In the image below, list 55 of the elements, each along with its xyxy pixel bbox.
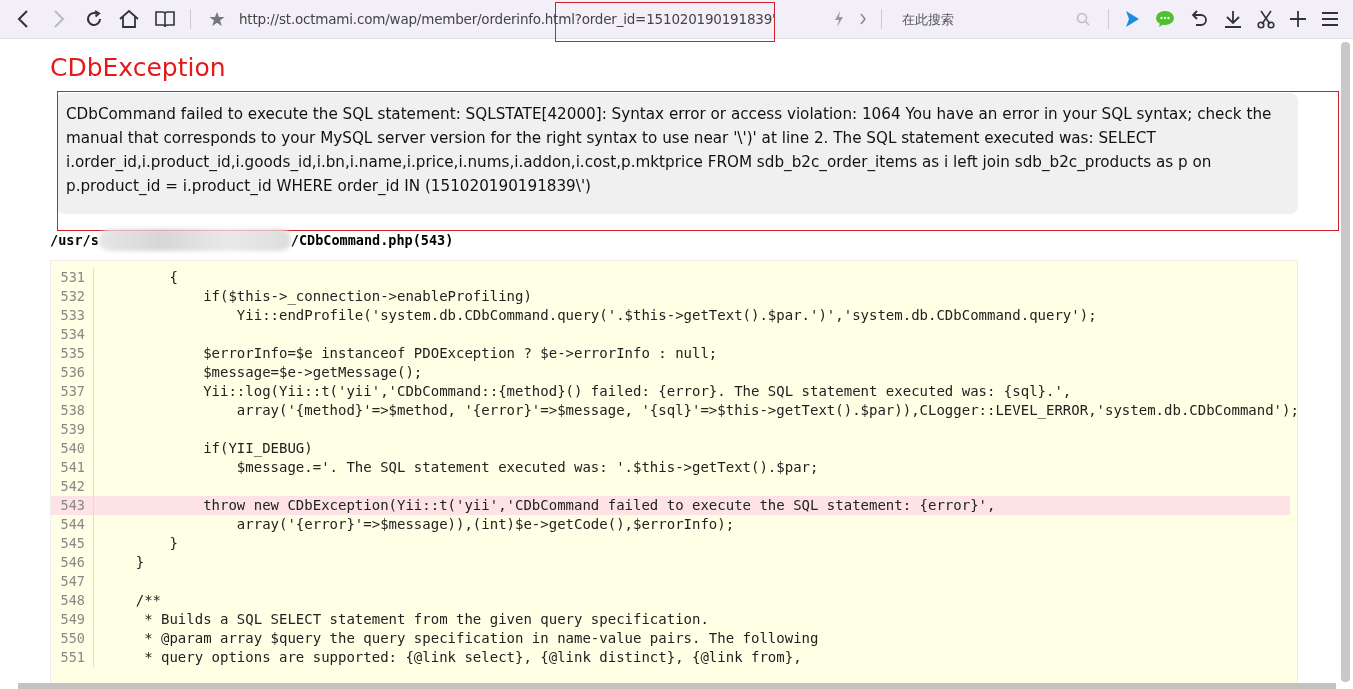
code-line: /**	[134, 592, 161, 608]
code-line: $errorInfo=$e instanceof PDOException ? $e->errorInfo : null;	[202, 345, 718, 361]
home-icon[interactable]	[118, 9, 140, 29]
plus-icon[interactable]	[1289, 10, 1307, 28]
line-number: 532	[51, 287, 94, 306]
error-message: CDbCommand failed to execute the SQL statement: SQLSTATE[42000]: Syntax error or access violation: 1064 You have an error in your SQL syntax; check the manual that corresponds to your MySQL server version for the right syntax to use near '\')' at line 2. The SQL statement executed was: SELECT i.order_id,i.product_id,i.goods_id,i.bn,i.name,i.price,i.nums,i.addon,i.cost,p.mktprice FROM sdb_b2c_order_items as i left join sdb_b2c_products as p on p.product_id = i.product_id WHERE order_id IN (151020190191839\')	[57, 93, 1298, 214]
download-icon[interactable]	[1223, 9, 1243, 29]
code-line: array('{method}'=>$method, '{error}'=>$message, '{sql}'=>$this->getText().$par)),CLogger::LEVEL_ERROR,'system.db.CDbCommand');	[235, 402, 1299, 418]
code-line: * @param array $query the query specification in name-value pairs. The following	[143, 630, 819, 646]
reload-icon[interactable]	[84, 9, 104, 29]
code-line: throw new CDbException(Yii::t('yii','CDbCommand failed to execute the SQL statement: {error}',	[202, 497, 996, 513]
code-line: Yii::log(Yii::t('yii','CDbCommand::{method}() failed: {error}. The SQL statement executed was: {sql}.',	[202, 383, 1072, 399]
code-line: $message=$e->getMessage();	[202, 364, 423, 380]
line-number: 539	[51, 420, 94, 439]
line-number: 540	[51, 439, 94, 458]
line-number: 543	[51, 496, 94, 515]
line-number: 531	[51, 268, 94, 287]
code-line: if(YII_DEBUG)	[202, 440, 313, 456]
line-number: 538	[51, 401, 94, 420]
menu-icon[interactable]	[1321, 11, 1339, 27]
search-field[interactable]: 在此搜索	[900, 10, 1076, 28]
line-number: 547	[51, 572, 94, 591]
undo-icon[interactable]	[1189, 10, 1209, 28]
chevron-icon[interactable]	[859, 12, 867, 26]
code-line: if($this->_connection->enableProfiling)	[202, 288, 532, 304]
line-number: 544	[51, 515, 94, 534]
code-line: }	[134, 554, 145, 570]
line-number: 541	[51, 458, 94, 477]
play-icon[interactable]	[1123, 10, 1141, 28]
code-line: }	[168, 535, 178, 551]
code-line: Yii::endProfile('system.db.CDbCommand.query('.$this->getText().$par.')','system.db.CDbCommand.query');	[235, 307, 1097, 323]
line-number: 548	[51, 591, 94, 610]
line-number: 535	[51, 344, 94, 363]
line-number: 545	[51, 534, 94, 553]
code-line: array('{error}'=>$message)),(int)$e->getCode(),$errorInfo);	[235, 516, 735, 532]
line-number: 550	[51, 629, 94, 648]
code-line: * query options are supported: {@link select}, {@link distinct}, {@link from},	[143, 649, 802, 665]
vertical-scrollbar[interactable]	[1341, 42, 1350, 682]
line-number: 537	[51, 382, 94, 401]
horizontal-scrollbar[interactable]	[18, 683, 1336, 689]
code-line: $message.='. The SQL statement executed was: '.$this->getText().$par;	[235, 459, 819, 475]
line-number: 533	[51, 306, 94, 325]
book-icon[interactable]	[154, 10, 176, 28]
scissors-icon[interactable]	[1257, 9, 1275, 29]
code-line: * Builds a SQL SELECT statement from the given query specification.	[143, 611, 709, 627]
file-path: /CDbCommand.php(543)	[290, 232, 454, 248]
star-icon[interactable]	[209, 11, 225, 27]
file-path: /usr/s	[50, 232, 99, 248]
line-number: 546	[51, 553, 94, 572]
line-number: 549	[51, 610, 94, 629]
line-number: 534	[51, 325, 94, 344]
error-title: CDbException	[50, 52, 227, 84]
line-number: 551	[51, 648, 94, 667]
code-line: {	[168, 269, 178, 285]
line-number: 536	[51, 363, 94, 382]
